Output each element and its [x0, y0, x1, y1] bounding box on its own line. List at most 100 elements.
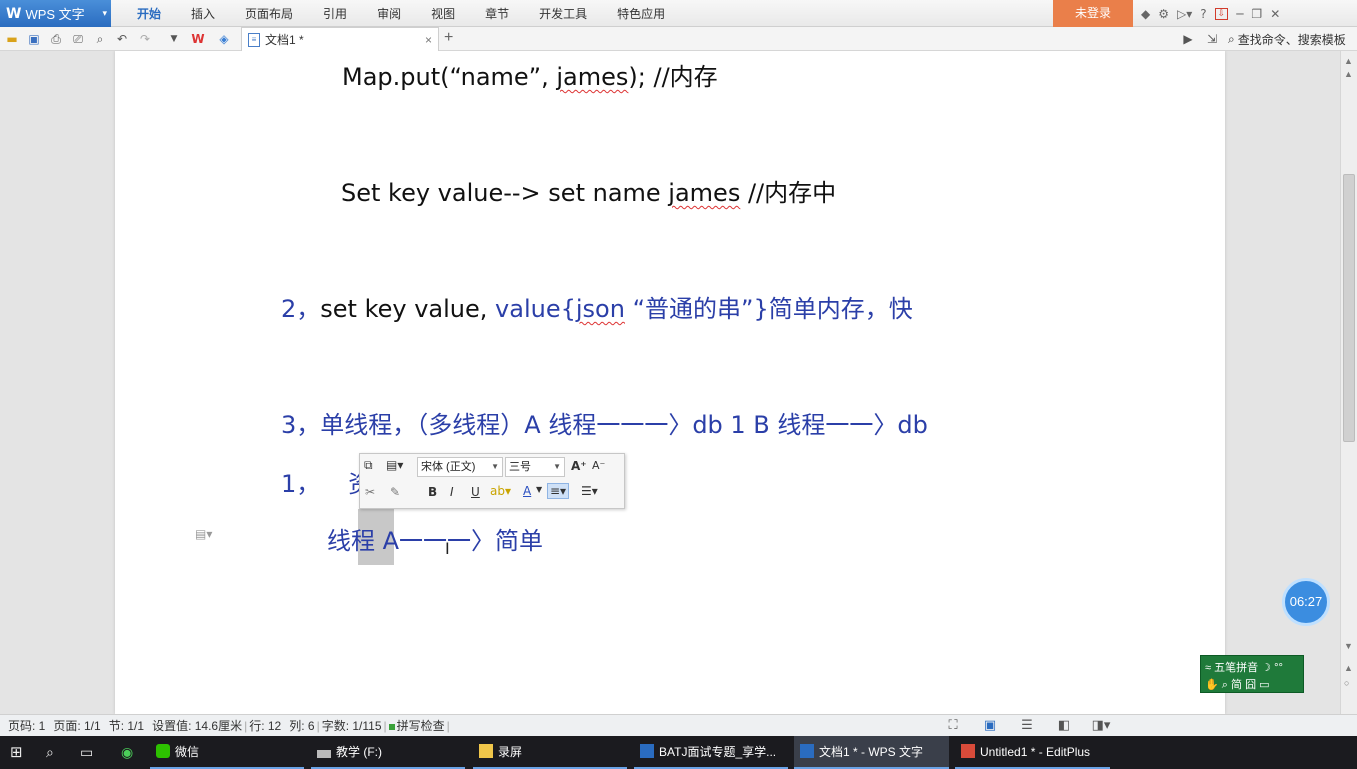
- tab-page-layout[interactable]: 页面布局: [230, 0, 308, 27]
- help-icon[interactable]: ?: [1200, 7, 1206, 21]
- save-icon[interactable]: ▣: [26, 31, 42, 47]
- taskbar-screen-record[interactable]: 录屏: [473, 736, 627, 769]
- page-view-icon[interactable]: ▣: [979, 717, 1001, 735]
- outline-view-icon[interactable]: ☰: [1016, 717, 1038, 735]
- close-tab-icon[interactable]: ×: [425, 33, 432, 47]
- taskbar-doc1-wps[interactable]: 文档1 * - WPS 文字: [794, 736, 949, 769]
- close-icon[interactable]: ✕: [1270, 7, 1280, 21]
- status-word-count[interactable]: 字数: 1/115: [322, 717, 382, 734]
- export-pdf-icon[interactable]: ⎙: [48, 31, 64, 47]
- previous-page-icon[interactable]: ▲: [1344, 663, 1353, 673]
- chrome-like-browser-icon[interactable]: ◉: [121, 736, 133, 769]
- feedback-icon[interactable]: ▷▾: [1177, 7, 1192, 21]
- scroll-up-icon[interactable]: ▲: [1344, 56, 1353, 66]
- select-browse-icon[interactable]: ○: [1344, 678, 1349, 688]
- paragraph-handle-icon[interactable]: ▤▾: [195, 527, 212, 541]
- tab-special-apps[interactable]: 特色应用: [602, 0, 680, 27]
- underline-button[interactable]: U: [471, 485, 480, 499]
- doc-line-set-key[interactable]: Set key value--> set name james //内存中: [341, 173, 836, 208]
- task-view-icon[interactable]: ▭: [80, 736, 93, 769]
- tab-references[interactable]: 引用: [308, 0, 362, 27]
- share-icon[interactable]: ⇲: [1204, 31, 1220, 47]
- document-page[interactable]: Map.put(“name”, james); //内存 Set key val…: [115, 51, 1225, 714]
- status-page-count[interactable]: 页面: 1/1: [53, 717, 100, 734]
- folder-icon: [479, 744, 493, 758]
- minimize-icon[interactable]: ─: [1236, 7, 1243, 21]
- taskbar-batj-wps[interactable]: BATJ面试专题_享学...: [634, 736, 788, 769]
- document-tab[interactable]: ≡ 文档1 * ×: [241, 27, 439, 51]
- shrink-font-button[interactable]: A⁻: [592, 459, 605, 472]
- doc-line-item-3[interactable]: 3，单线程，（多线程）A 线程一一一〉db 1 B 线程一一〉db: [281, 405, 928, 440]
- full-screen-view-icon[interactable]: ⛶: [942, 717, 964, 735]
- login-button[interactable]: 未登录: [1053, 0, 1133, 27]
- line-spacing-icon[interactable]: ☰▾: [581, 484, 598, 498]
- italic-button[interactable]: I: [450, 485, 454, 499]
- web-view-icon[interactable]: ◧: [1053, 717, 1075, 735]
- cut-icon[interactable]: ✂: [365, 485, 375, 499]
- cloud-box-icon[interactable]: ◈: [216, 31, 232, 47]
- format-painter-icon[interactable]: ✎: [390, 485, 400, 499]
- print-preview-icon[interactable]: ⌕: [92, 31, 108, 47]
- settings-icon[interactable]: ⚙: [1158, 7, 1169, 21]
- status-page-number[interactable]: 页码: 1: [8, 717, 45, 734]
- app-menu-button[interactable]: W WPS 文字 ▾: [0, 0, 111, 27]
- redo-icon[interactable]: ↷: [137, 31, 153, 47]
- status-row[interactable]: 行: 12: [249, 717, 281, 734]
- undo-icon[interactable]: ↶: [114, 31, 130, 47]
- recording-timer: 06:27: [1282, 578, 1330, 626]
- tab-insert[interactable]: 插入: [176, 0, 230, 27]
- taskbar-editplus[interactable]: Untitled1 * - EditPlus: [955, 736, 1110, 769]
- bold-button[interactable]: B: [428, 485, 437, 499]
- restore-icon[interactable]: ❐: [1251, 7, 1262, 21]
- print-icon[interactable]: ⎚: [70, 31, 86, 47]
- tab-start[interactable]: 开始: [122, 0, 176, 27]
- slideshow-icon[interactable]: ▶: [1180, 31, 1196, 47]
- scroll-down-icon[interactable]: ▼: [1344, 641, 1353, 651]
- tab-developer[interactable]: 开发工具: [524, 0, 602, 27]
- paste-icon[interactable]: ▤▾: [386, 458, 403, 472]
- highlight-icon[interactable]: ab▾: [490, 484, 511, 498]
- font-color-button[interactable]: A: [523, 484, 531, 498]
- copy-icon[interactable]: ⧉: [364, 458, 373, 473]
- open-icon[interactable]: ▬: [4, 31, 20, 47]
- scroll-thumb[interactable]: [1343, 174, 1355, 442]
- vertical-scrollbar[interactable]: ▲ ▲ ▼ ▲ ○: [1340, 51, 1357, 714]
- doc-line-thread-a[interactable]: 线程 A一一一〉简单: [327, 521, 543, 556]
- spelling-error: james: [556, 63, 629, 91]
- download-icon[interactable]: ⇩: [1214, 7, 1229, 20]
- skin-icon[interactable]: ◆: [1141, 7, 1150, 21]
- customize-dropdown-icon[interactable]: ▼: [166, 31, 182, 47]
- ime-mode[interactable]: ≈ 五笔拼音 ☽ °°: [1205, 659, 1283, 675]
- doc-line-item-2[interactable]: 2，set key value, value{json “普通的串”}简单内存，…: [281, 289, 913, 324]
- status-bar: 页码: 1 页面: 1/1 节: 1/1 设置值: 14.6厘米 | 行: 12…: [0, 714, 1357, 736]
- ime-options[interactable]: ✋ ⌕ 简 囧 ▭: [1205, 676, 1270, 692]
- wps-w-icon[interactable]: W: [190, 31, 206, 47]
- status-column[interactable]: 列: 6: [289, 717, 314, 734]
- editplus-icon: [961, 744, 975, 758]
- windows-start-icon[interactable]: ⊞: [10, 736, 23, 769]
- new-tab-button[interactable]: +: [444, 29, 453, 47]
- taskbar-wechat[interactable]: 微信: [150, 736, 304, 769]
- grow-font-button[interactable]: A⁺: [571, 459, 587, 473]
- font-name-select[interactable]: 宋体 (正文) ▼: [417, 457, 503, 477]
- tab-review[interactable]: 审阅: [362, 0, 416, 27]
- chevron-down-icon: ▼: [553, 462, 561, 471]
- status-section[interactable]: 节: 1/1: [109, 717, 144, 734]
- scroll-up-icon[interactable]: ▲: [1344, 69, 1353, 79]
- ribbon-tabs: 开始 插入 页面布局 引用 审阅 视图 章节 开发工具 特色应用: [122, 0, 680, 27]
- tab-view[interactable]: 视图: [416, 0, 470, 27]
- doc-line-map-put[interactable]: Map.put(“name”, james); //内存: [342, 57, 718, 92]
- reading-view-icon[interactable]: ◨▾: [1090, 717, 1112, 735]
- divider: |: [383, 718, 387, 733]
- search-icon[interactable]: ⌕: [46, 736, 54, 769]
- tab-chapter[interactable]: 章节: [470, 0, 524, 27]
- view-mode-buttons: ⛶ ▣ ☰ ◧ ◨▾: [942, 717, 1127, 735]
- chevron-down-icon[interactable]: ▼: [536, 485, 542, 494]
- font-size-select[interactable]: 三号 ▼: [505, 457, 565, 477]
- command-search[interactable]: ⌕ 查找命令、搜索模板: [1228, 30, 1357, 48]
- spell-check-toggle[interactable]: 拼写检查: [388, 717, 445, 734]
- floating-format-toolbar: ⧉ ▤▾ 宋体 (正文) ▼ 三号 ▼ A⁺ A⁻ ✂ ✎ B I U ab▾ A …: [359, 453, 625, 509]
- status-setting[interactable]: 设置值: 14.6厘米: [152, 717, 242, 734]
- align-icon[interactable]: ≡▾: [547, 483, 570, 499]
- taskbar-explorer-f[interactable]: 教学 (F:): [311, 736, 465, 769]
